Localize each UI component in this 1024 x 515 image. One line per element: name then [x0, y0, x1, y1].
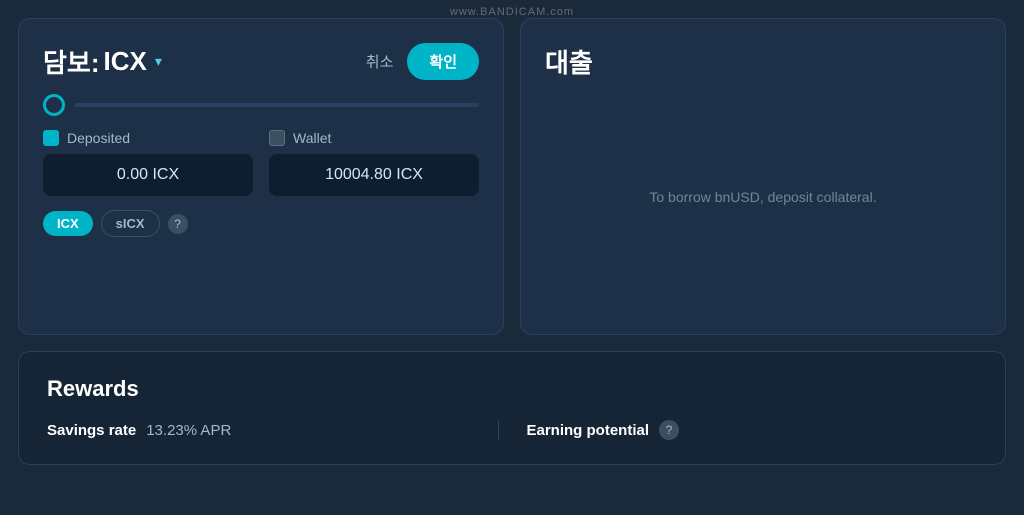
slider-container — [43, 94, 479, 116]
deposited-dot-icon — [43, 130, 59, 146]
earning-potential-label: Earning potential — [527, 422, 650, 439]
loan-message: To borrow bnUSD, deposit collateral. — [545, 80, 981, 314]
collateral-panel: 담보: ICX ▾ 취소 확인 Deposited 0.00 ICX — [18, 18, 504, 335]
amounts-row: Deposited 0.00 ICX Wallet 10004.80 ICX — [43, 130, 479, 196]
panel-title: 담보: ICX ▾ — [43, 43, 162, 80]
slider-thumb[interactable] — [43, 94, 65, 116]
wallet-label-row: Wallet — [269, 130, 479, 146]
rewards-title: Rewards — [47, 376, 977, 402]
earning-potential-help-icon[interactable]: ? — [659, 420, 679, 440]
wallet-label: Wallet — [293, 130, 331, 146]
deposited-label-row: Deposited — [43, 130, 253, 146]
savings-rate-col: Savings rate 13.23% APR — [47, 420, 498, 440]
deposited-amount: 0.00 ICX — [43, 154, 253, 196]
cancel-button[interactable]: 취소 — [366, 51, 394, 72]
watermark-text: www.BANDICAM.com — [450, 6, 574, 18]
panel-header: 담보: ICX ▾ 취소 확인 — [43, 43, 479, 80]
deposited-group: Deposited 0.00 ICX — [43, 130, 253, 196]
help-icon[interactable]: ? — [168, 214, 188, 234]
tab-icx[interactable]: ICX — [43, 211, 93, 236]
header-actions: 취소 확인 — [366, 43, 479, 80]
confirm-button[interactable]: 확인 — [407, 43, 479, 80]
deposited-label: Deposited — [67, 130, 130, 146]
dropdown-arrow-icon[interactable]: ▾ — [155, 53, 162, 70]
wallet-dot-icon — [269, 130, 285, 146]
slider-track[interactable] — [75, 103, 479, 107]
savings-rate-value: 13.23% APR — [146, 422, 231, 439]
main-content: 담보: ICX ▾ 취소 확인 Deposited 0.00 ICX — [0, 0, 1024, 335]
wallet-amount: 10004.80 ICX — [269, 154, 479, 196]
token-tabs: ICX sICX ? — [43, 210, 479, 237]
earning-potential-col: Earning potential ? — [498, 420, 978, 440]
collateral-asset: ICX — [104, 46, 147, 77]
loan-panel: 대출 To borrow bnUSD, deposit collateral. — [520, 18, 1006, 335]
wallet-group: Wallet 10004.80 ICX — [269, 130, 479, 196]
collateral-title-prefix: 담보: — [43, 43, 100, 80]
loan-title: 대출 — [545, 43, 981, 80]
rewards-section: Rewards Savings rate 13.23% APR Earning … — [18, 351, 1006, 465]
tab-sicx[interactable]: sICX — [101, 210, 160, 237]
rewards-row: Savings rate 13.23% APR Earning potentia… — [47, 420, 977, 440]
savings-rate-label: Savings rate — [47, 422, 136, 439]
